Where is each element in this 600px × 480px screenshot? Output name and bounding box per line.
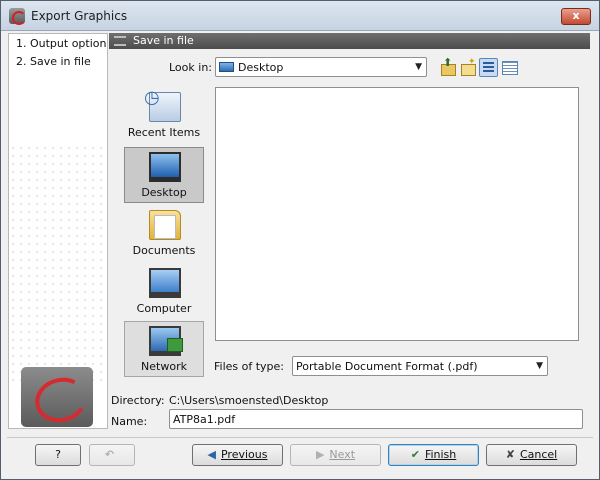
section-header: Save in file [109,33,590,49]
files-of-type-dropdown[interactable]: Portable Document Format (.pdf) ▼ [292,356,548,376]
place-documents[interactable]: Documents [124,205,204,261]
step-save-in-file: 2. Save in file [16,55,91,68]
name-label: Name: [111,415,148,428]
cancel-button[interactable]: ✘ Cancel [486,444,577,466]
desktop-icon [149,152,181,182]
file-name-value: ATP8a1.pdf [173,413,236,426]
help-label: ? [55,448,61,461]
place-label: Computer [136,302,192,315]
step-output-options: 1. Output options [16,37,108,50]
look-in-dropdown[interactable]: Desktop ▼ [215,57,427,77]
close-button[interactable]: x [561,8,591,25]
file-list-view[interactable] [215,87,579,341]
app-logo-icon [9,8,26,25]
footer-divider [7,437,593,438]
places-bar: Recent Items Desktop Documents Computer … [121,85,207,377]
chevron-down-icon: ▼ [415,62,422,72]
documents-folder-icon [149,210,181,240]
recent-items-icon [144,87,181,122]
chevron-down-icon: ▼ [536,361,543,371]
export-graphics-dialog: Export Graphics x 1. Output options 2. S… [0,0,600,480]
directory-value: C:\Users\smoensted\Desktop [169,394,329,407]
undo-button[interactable]: ↶ [89,444,135,466]
arrow-left-icon: ◀ [207,448,216,461]
files-of-type-value: Portable Document Format (.pdf) [296,360,478,373]
place-desktop[interactable]: Desktop [124,147,204,203]
details-view-icon[interactable] [500,58,518,76]
undo-icon: ↶ [104,448,115,461]
cancel-label: Cancel [519,448,558,461]
desktop-icon [219,62,234,72]
up-one-level-icon[interactable] [439,56,457,76]
grip-icon [114,36,126,46]
file-name-input[interactable]: ATP8a1.pdf [169,409,583,429]
previous-button[interactable]: ◀ Previous [192,444,283,466]
next-label: Next [329,448,356,461]
place-label: Desktop [141,186,187,199]
place-computer[interactable]: Computer [124,263,204,319]
place-recent-items[interactable]: Recent Items [124,87,204,143]
finish-button[interactable]: ✔ Finish [388,444,479,466]
checkmark-icon: ✔ [410,448,420,461]
title-bar: Export Graphics x [1,1,599,31]
place-label: Network [141,360,187,373]
window-title: Export Graphics [31,9,128,23]
computer-icon [149,268,181,298]
decorative-dot-pattern [9,144,107,384]
wizard-steps-panel: 1. Output options 2. Save in file [8,33,108,429]
close-icon: x [572,9,580,22]
files-of-type-label: Files of type: [214,360,285,373]
finish-label: Finish [424,448,457,461]
directory-label: Directory: [111,394,165,407]
place-label: Recent Items [127,126,201,139]
close-icon: ✘ [505,448,515,461]
place-network[interactable]: Network [124,321,204,377]
next-button[interactable]: ▶ Next [290,444,381,466]
list-view-icon[interactable] [479,58,498,77]
section-title: Save in file [133,34,194,47]
place-label: Documents [132,244,196,257]
previous-label: Previous [220,448,268,461]
look-in-value: Desktop [238,61,284,74]
help-button[interactable]: ? [35,444,81,466]
look-in-label: Look in: [169,61,212,74]
arrow-right-icon: ▶ [315,448,325,461]
network-icon [149,326,183,356]
app-logo-icon [21,367,93,427]
create-new-folder-icon[interactable] [459,57,477,76]
